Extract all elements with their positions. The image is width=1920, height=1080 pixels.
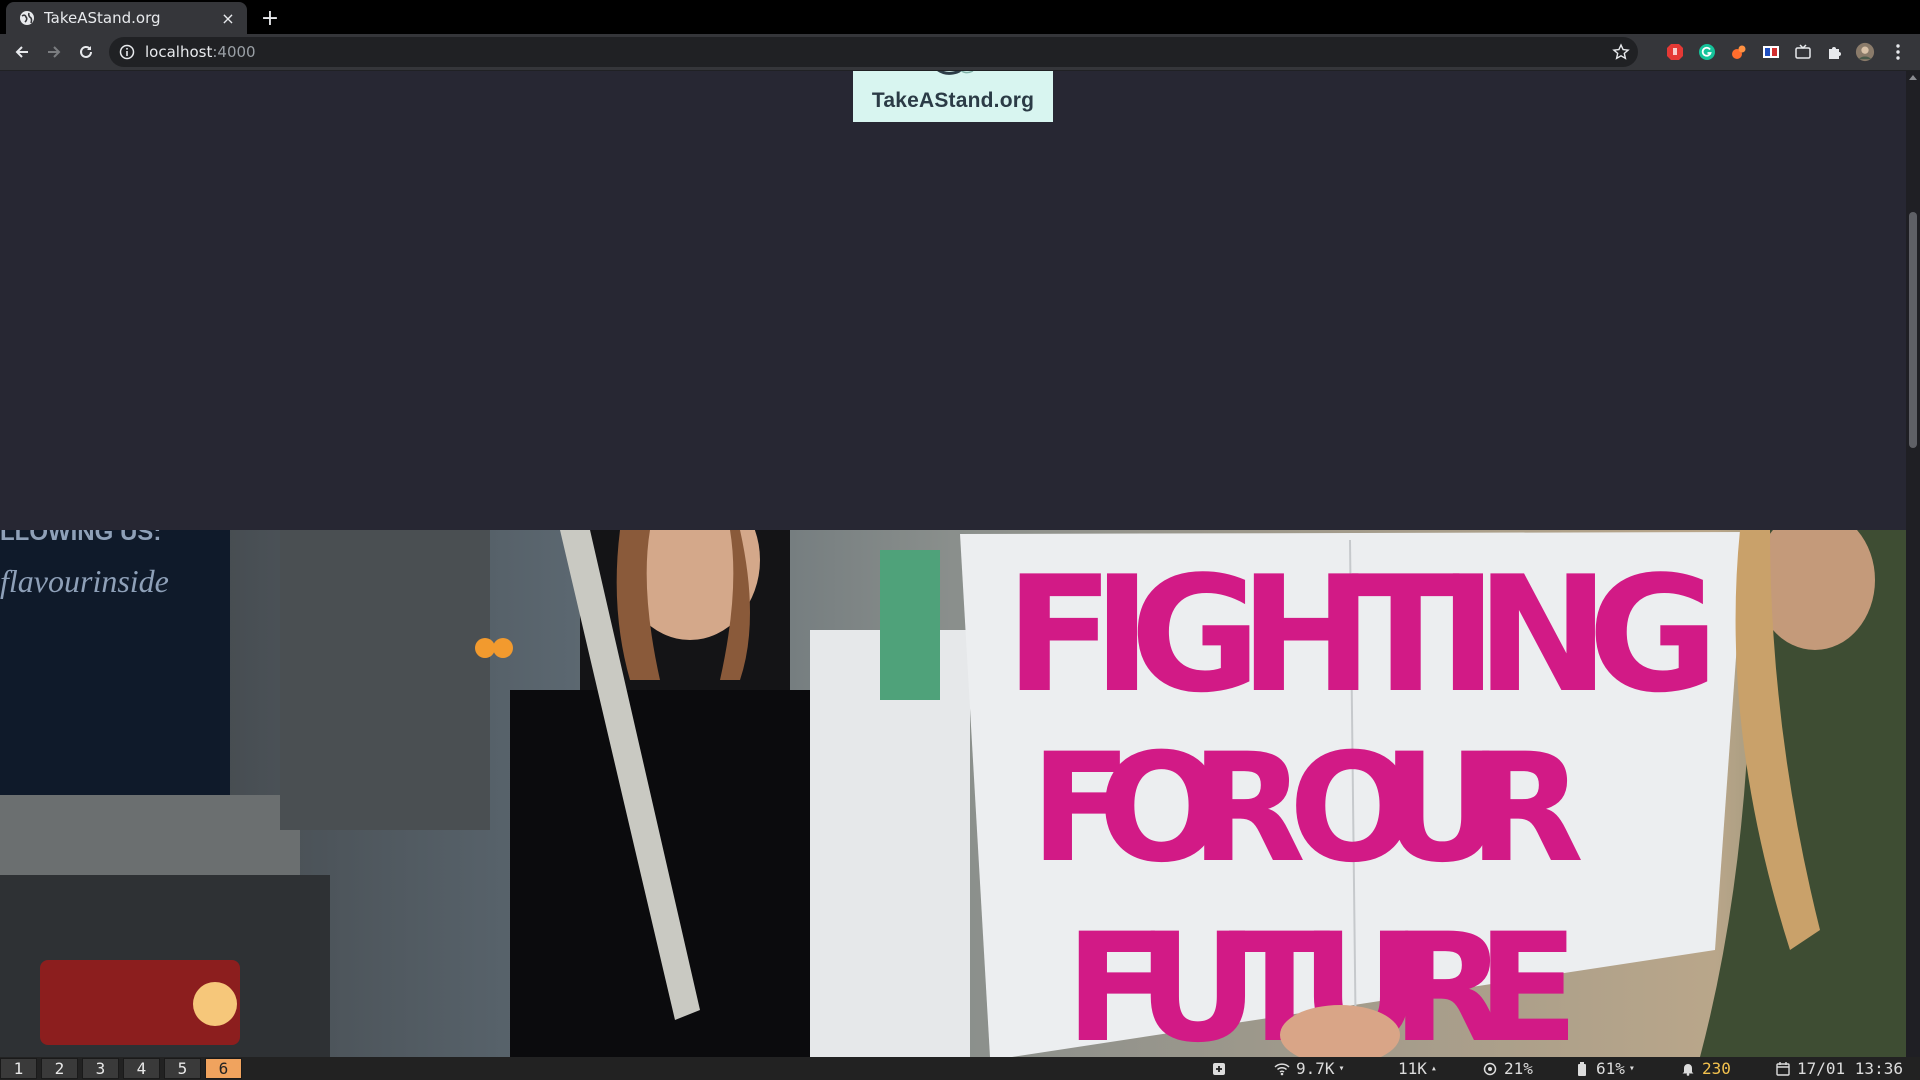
scrollbar-thumb[interactable]	[1909, 212, 1917, 448]
workspace-5[interactable]: 5	[164, 1058, 201, 1079]
upload-speed: 11K	[1398, 1059, 1427, 1078]
truck-text-2: flavourinside	[0, 563, 169, 599]
page-content: TakeAStand.org LLOWING US: flavourinside…	[0, 71, 1906, 1057]
bookmark-star-icon[interactable]	[1612, 43, 1630, 61]
cpu-usage: 21%	[1482, 1057, 1533, 1080]
grammarly-extension-icon[interactable]	[1697, 42, 1717, 62]
media-extension-icon[interactable]	[1793, 42, 1813, 62]
puzzle-extensions-icon[interactable]	[1825, 42, 1845, 62]
profile-avatar-icon[interactable]	[1855, 42, 1875, 62]
scroll-up-arrow-icon[interactable]	[1909, 75, 1917, 80]
bell-icon	[1680, 1061, 1696, 1077]
globe-icon	[19, 10, 35, 26]
reload-icon[interactable]	[72, 38, 100, 66]
os-status-bar: 1 2 3 4 5 6 9.7K ▾ 11K ▴ 21% 61% ▾ 230 1…	[0, 1057, 1920, 1080]
wifi-icon	[1274, 1061, 1290, 1077]
tab-title: TakeAStand.org	[44, 9, 161, 27]
down-caret-icon: ▾	[1338, 1063, 1345, 1074]
calendar-icon	[1775, 1061, 1791, 1077]
workspace-4[interactable]: 4	[123, 1058, 160, 1079]
datetime: 17/01 13:36	[1797, 1059, 1903, 1078]
truck-text-1: LLOWING US:	[0, 530, 161, 546]
battery-icon	[1574, 1061, 1590, 1077]
network-upload: 11K ▴	[1398, 1057, 1437, 1080]
browser-toolbar: localhost:4000	[0, 34, 1920, 71]
page-scrollbar[interactable]	[1906, 71, 1920, 1057]
forward-arrow-icon[interactable]	[40, 38, 68, 66]
url-port: :4000	[212, 43, 256, 61]
more-menu-icon[interactable]	[1888, 42, 1908, 62]
back-arrow-icon[interactable]	[8, 38, 36, 66]
sign-line-1: FIGHTING	[1005, 541, 1725, 728]
workspace-2[interactable]: 2	[41, 1058, 78, 1079]
battery-caret-icon: ▾	[1628, 1063, 1635, 1074]
protest-photo: LLOWING US: flavourinside FIGHTING FOR O…	[0, 530, 1906, 1057]
workspace-6[interactable]: 6	[205, 1058, 242, 1079]
sign-line-2: FOR OUR	[1030, 722, 1590, 896]
up-caret-icon: ▴	[1430, 1063, 1437, 1074]
tab-strip: TakeAStand.org × +	[0, 0, 1920, 34]
address-bar[interactable]: localhost:4000	[109, 37, 1638, 67]
hero-image: LLOWING US: flavourinside FIGHTING FOR O…	[0, 530, 1906, 1057]
network-download: 9.7K ▾	[1274, 1057, 1345, 1080]
logo-mark-icon	[937, 71, 974, 75]
browser-tab[interactable]: TakeAStand.org ×	[6, 2, 247, 34]
new-tab-button[interactable]: +	[256, 4, 284, 32]
adblock-extension-icon[interactable]	[1665, 42, 1685, 62]
info-icon[interactable]	[119, 44, 135, 60]
workspace-1[interactable]: 1	[0, 1058, 37, 1079]
flag-extension-icon[interactable]	[1761, 42, 1781, 62]
url-host: localhost	[145, 43, 213, 61]
tray-add-icon[interactable]	[1212, 1057, 1226, 1080]
download-speed: 9.7K	[1296, 1059, 1335, 1078]
url-text: localhost:4000	[145, 43, 256, 61]
cpu-icon	[1482, 1061, 1498, 1077]
logo-text: TakeAStand.org	[871, 89, 1035, 112]
workspace-3[interactable]: 3	[82, 1058, 119, 1079]
clock[interactable]: 17/01 13:36	[1775, 1057, 1903, 1080]
cpu-percent: 21%	[1504, 1059, 1533, 1078]
site-logo[interactable]: TakeAStand.org	[853, 71, 1053, 122]
notification-count: 230	[1702, 1059, 1731, 1078]
battery-percent: 61%	[1596, 1059, 1625, 1078]
battery-status: 61% ▾	[1574, 1057, 1635, 1080]
notifications[interactable]: 230	[1680, 1057, 1731, 1080]
close-tab-icon[interactable]: ×	[219, 9, 237, 28]
orange-extension-icon[interactable]	[1729, 42, 1749, 62]
